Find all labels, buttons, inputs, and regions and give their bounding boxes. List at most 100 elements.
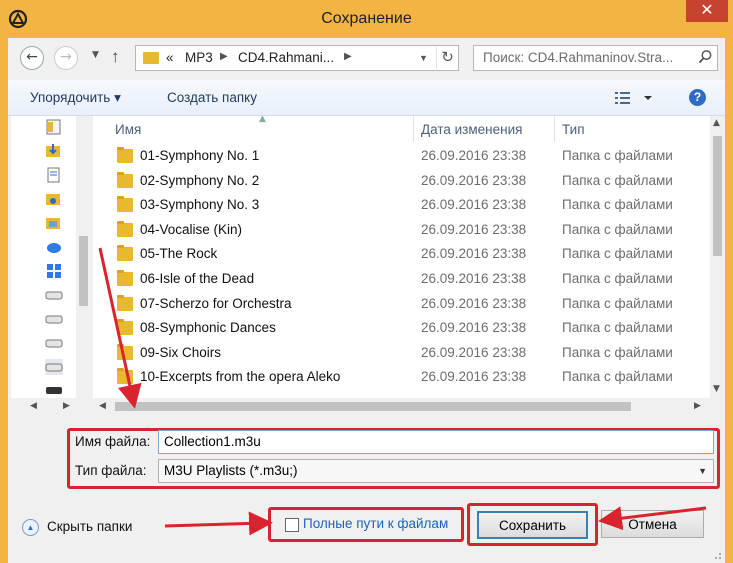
breadcrumb-cd4[interactable]: CD4.Rahmani... — [238, 50, 334, 65]
filetype-select[interactable]: M3U Playlists (*.m3u;) ▼ — [158, 459, 714, 483]
drive-icon[interactable] — [45, 359, 63, 375]
file-name[interactable]: 01-Symphony No. 1 — [140, 148, 259, 163]
filename-field[interactable]: Collection1.m3u — [158, 430, 714, 454]
file-name[interactable]: 09-Six Choirs — [140, 345, 221, 360]
column-header-date[interactable]: Дата изменения — [421, 116, 522, 142]
breadcrumb-overflow[interactable]: « — [166, 50, 174, 65]
table-row[interactable]: 10-Excerpts from the opera Aleko 26.09.20… — [93, 365, 710, 390]
history-dropdown-icon[interactable]: ▼ — [92, 50, 99, 60]
full-paths-checkbox[interactable] — [285, 518, 299, 532]
scroll-thumb[interactable] — [713, 136, 722, 256]
navigation-hscrollbar[interactable]: ◀ ▶ — [11, 398, 91, 414]
window-title: Сохранение — [321, 10, 412, 27]
column-header-type[interactable]: Тип — [562, 116, 585, 142]
file-name[interactable]: 08-Symphonic Dances — [140, 320, 276, 335]
chevron-left-icon[interactable]: ◀ — [30, 401, 37, 411]
scroll-thumb[interactable] — [79, 236, 88, 306]
search-input[interactable]: Поиск: CD4.Rahmaninov.Stra... — [473, 45, 718, 71]
folder-icon — [143, 52, 159, 64]
file-date: 26.09.2016 23:38 — [421, 197, 527, 213]
file-name[interactable]: 07-Scherzo for Orchestra — [140, 296, 292, 311]
file-list-scrollbar[interactable]: ▲ ▼ — [710, 116, 725, 398]
chevron-down-icon[interactable]: ▼ — [698, 466, 707, 476]
address-bar[interactable]: « MP3 ▶ CD4.Rahmani... ▶ ▼ ↻ — [135, 45, 459, 71]
table-row[interactable]: 01-Symphony No. 1 26.09.2016 23:38 Папка с… — [93, 144, 710, 169]
forward-icon[interactable]: → — [54, 46, 78, 70]
cancel-button[interactable]: Отмена — [601, 510, 704, 538]
file-name[interactable]: 04-Vocalise (Kin) — [140, 222, 242, 237]
table-row[interactable]: 02-Symphony No. 2 26.09.2016 23:38 Папка с… — [93, 169, 710, 194]
table-row[interactable]: 07-Scherzo for Orchestra 26.09.2016 23:38… — [93, 292, 710, 317]
drive-icon[interactable] — [45, 335, 63, 351]
navigation-pane[interactable]: ◀ ▶ — [11, 116, 91, 414]
folder-icon[interactable] — [45, 119, 63, 135]
column-divider[interactable] — [413, 116, 414, 142]
file-date: 26.09.2016 23:38 — [421, 148, 527, 163]
file-type: Папка с файлами — [562, 246, 673, 262]
resize-grip-icon[interactable] — [710, 548, 722, 560]
folder-icon — [117, 220, 133, 237]
file-name[interactable]: 05-The Rock — [140, 246, 217, 261]
chevron-left-icon[interactable]: ◀ — [99, 401, 106, 411]
documents-icon[interactable] — [45, 167, 63, 183]
downloads-icon[interactable] — [45, 143, 63, 159]
file-name[interactable]: 10-Excerpts from the opera Aleko — [140, 369, 340, 384]
back-icon[interactable]: ← — [20, 46, 44, 70]
new-folder-button[interactable]: Создать папку — [167, 90, 257, 105]
table-row[interactable]: 03-Symphony No. 3 26.09.2016 23:38 Папка с… — [93, 193, 710, 218]
folder-icon — [117, 147, 133, 163]
folder-icon — [117, 171, 133, 188]
folder-icon — [117, 196, 133, 213]
close-button[interactable]: ✕ — [686, 0, 728, 22]
file-type: Папка с файлами — [562, 221, 673, 237]
file-date: 26.09.2016 23:38 — [421, 246, 527, 262]
chevron-right-icon[interactable]: ▶ — [344, 51, 352, 62]
column-divider[interactable] — [554, 116, 555, 142]
file-type: Папка с файлами — [562, 344, 673, 360]
chevron-right-icon[interactable]: ▶ — [63, 401, 70, 411]
chevron-right-icon[interactable]: ▶ — [694, 401, 701, 411]
up-icon[interactable]: ↑ — [111, 47, 120, 67]
pictures-icon[interactable] — [45, 215, 63, 231]
table-row[interactable]: 06-Isle of the Dead 26.09.2016 23:38 Папка… — [93, 267, 710, 292]
chevron-up-icon[interactable]: ▲ — [713, 118, 720, 128]
search-icon[interactable] — [698, 49, 713, 64]
column-header-name[interactable]: Имя — [115, 116, 141, 142]
table-row[interactable]: 04-Vocalise (Kin) 26.09.2016 23:38 Папка с… — [93, 218, 710, 243]
network-icon[interactable] — [45, 263, 63, 279]
filetype-value: M3U Playlists (*.m3u;) — [164, 463, 298, 478]
save-button[interactable]: Сохранить — [477, 511, 588, 539]
dvd-drive-icon[interactable] — [45, 382, 63, 398]
music-icon[interactable] — [45, 191, 63, 207]
file-name[interactable]: 06-Isle of the Dead — [140, 271, 254, 286]
file-name[interactable]: 02-Symphony No. 2 — [140, 173, 259, 188]
onedrive-icon[interactable] — [45, 239, 63, 255]
file-date: 26.09.2016 23:38 — [421, 369, 527, 385]
address-dropdown-icon[interactable]: ▼ — [419, 53, 428, 63]
file-list-hscrollbar[interactable]: ◀ ▶ — [93, 398, 710, 414]
drive-icon[interactable] — [45, 287, 63, 303]
file-name[interactable]: 03-Symphony No. 3 — [140, 197, 259, 212]
view-icon[interactable] — [614, 90, 654, 106]
chevron-right-icon[interactable]: ▶ — [220, 51, 228, 62]
organize-button[interactable]: Упорядочить ▾ — [30, 90, 121, 106]
file-type: Папка с файлами — [562, 197, 673, 213]
full-paths-label[interactable]: Полные пути к файлам — [303, 516, 448, 531]
scroll-thumb[interactable] — [115, 402, 631, 411]
table-row[interactable]: 09-Six Choirs 26.09.2016 23:38 Папка с фай… — [93, 341, 710, 366]
navigation-scrollbar[interactable] — [76, 116, 91, 414]
file-list[interactable]: Имя ▲ Дата изменения Тип 01-Symphony No.… — [93, 116, 710, 398]
drive-icon[interactable] — [45, 311, 63, 327]
refresh-icon[interactable]: ↻ — [436, 47, 458, 69]
command-toolbar: Упорядочить ▾ Создать папку ? — [8, 80, 725, 116]
table-row[interactable]: 05-The Rock 26.09.2016 23:38 Папка с файла… — [93, 242, 710, 267]
file-type: Папка с файлами — [562, 295, 673, 311]
chevron-down-icon[interactable]: ▼ — [713, 384, 720, 394]
help-icon[interactable]: ? — [689, 89, 706, 106]
file-type: Папка с файлами — [562, 369, 673, 385]
title-bar: Сохранение ✕ — [0, 0, 733, 38]
sort-ascending-icon: ▲ — [259, 116, 266, 124]
file-type: Папка с файлами — [562, 172, 673, 188]
breadcrumb-mp3[interactable]: MP3 — [185, 50, 213, 65]
table-row[interactable]: 08-Symphonic Dances 26.09.2016 23:38 Папка… — [93, 316, 710, 341]
